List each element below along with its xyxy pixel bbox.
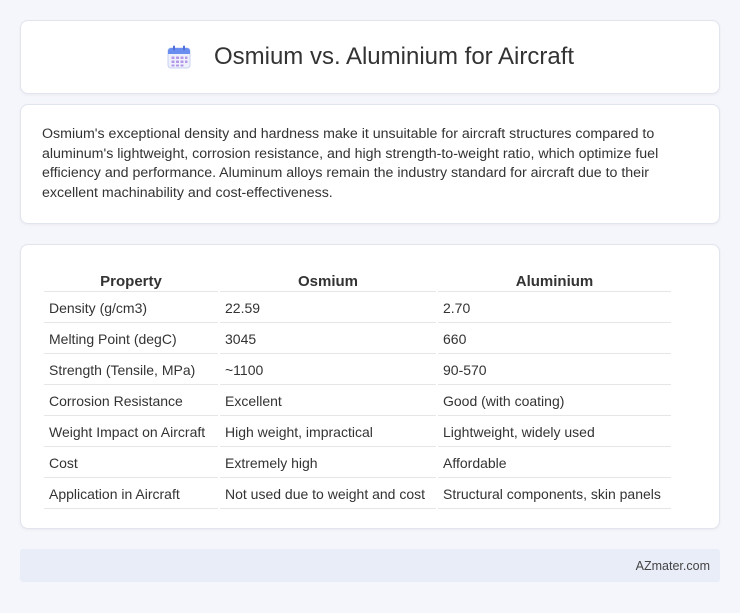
- table-cell: 22.59: [220, 294, 436, 323]
- table-cell: Application in Aircraft: [44, 480, 218, 509]
- table-row: Melting Point (degC) 3045 660: [44, 325, 671, 354]
- table-cell: 90-570: [438, 356, 671, 385]
- table-cell: 660: [438, 325, 671, 354]
- table-cell: Weight Impact on Aircraft: [44, 418, 218, 447]
- table-row: Cost Extremely high Affordable: [44, 449, 671, 478]
- table-cell: Not used due to weight and cost: [220, 480, 436, 509]
- table-cell: Lightweight, widely used: [438, 418, 671, 447]
- table-cell: 2.70: [438, 294, 671, 323]
- table-cell: 3045: [220, 325, 436, 354]
- table-cell: High weight, impractical: [220, 418, 436, 447]
- table-cell: ~1100: [220, 356, 436, 385]
- table-cell: Good (with coating): [438, 387, 671, 416]
- table-cell: Strength (Tensile, MPa): [44, 356, 218, 385]
- column-header-aluminium: Aluminium: [438, 267, 671, 292]
- table-header-row: Property Osmium Aluminium: [44, 267, 671, 292]
- footer-bar: AZmater.com: [20, 549, 720, 582]
- summary-card: Osmium's exceptional density and hardnes…: [20, 104, 720, 224]
- table-cell: Structural components, skin panels: [438, 480, 671, 509]
- table-cell: Melting Point (degC): [44, 325, 218, 354]
- column-header-osmium: Osmium: [220, 267, 436, 292]
- table-row: Weight Impact on Aircraft High weight, i…: [44, 418, 671, 447]
- table-cell: Excellent: [220, 387, 436, 416]
- table-cell: Density (g/cm3): [44, 294, 218, 323]
- table-row: Density (g/cm3) 22.59 2.70: [44, 294, 671, 323]
- comparison-table: Property Osmium Aluminium Density (g/cm3…: [42, 265, 673, 511]
- table-cell: Affordable: [438, 449, 671, 478]
- table-cell: Extremely high: [220, 449, 436, 478]
- summary-text: Osmium's exceptional density and hardnes…: [42, 126, 659, 201]
- table-row: Application in Aircraft Not used due to …: [44, 480, 671, 509]
- page-title: Osmium vs. Aluminium for Aircraft: [213, 43, 575, 70]
- table-cell: Cost: [44, 449, 218, 478]
- table-row: Corrosion Resistance Excellent Good (wit…: [44, 387, 671, 416]
- column-header-property: Property: [44, 267, 218, 292]
- table-cell: Corrosion Resistance: [44, 387, 218, 416]
- footer-brand[interactable]: AZmater.com: [636, 559, 710, 573]
- calendar-icon: [166, 44, 192, 70]
- table-row: Strength (Tensile, MPa) ~1100 90-570: [44, 356, 671, 385]
- comparison-table-card: Property Osmium Aluminium Density (g/cm3…: [20, 244, 720, 529]
- title-card: Osmium vs. Aluminium for Aircraft: [20, 20, 720, 94]
